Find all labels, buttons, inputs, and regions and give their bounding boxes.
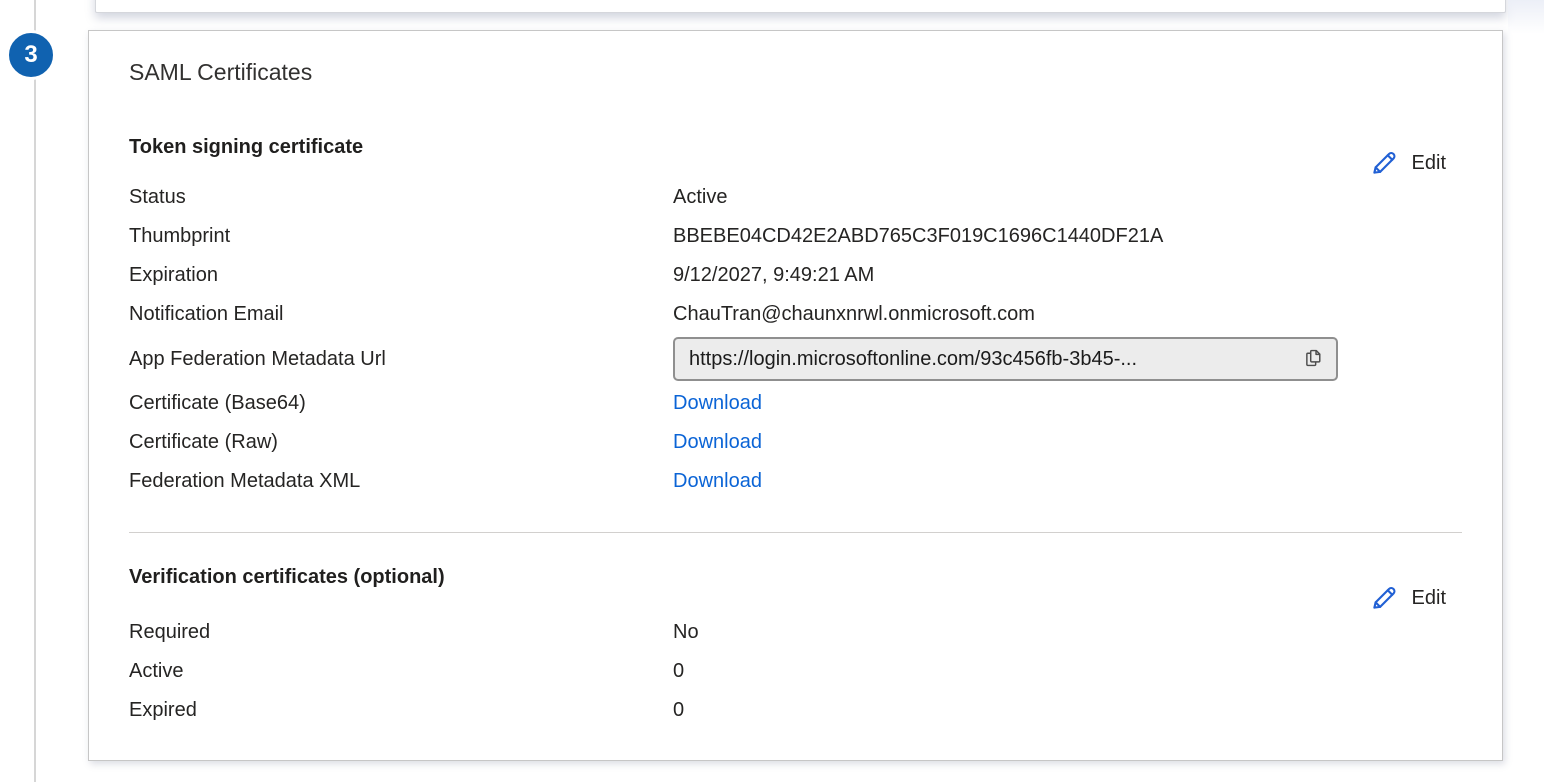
edit-token-signing-certificate-button[interactable]: Edit: [1369, 148, 1446, 178]
edit-button-label: Edit: [1412, 152, 1446, 175]
app-federation-metadata-url-field[interactable]: https://login.microsoftonline.com/93c456…: [673, 337, 1338, 381]
page-background-tint: [1508, 0, 1544, 34]
active-count-value: 0: [673, 660, 684, 683]
row-label: Status: [129, 186, 673, 209]
download-certificate-raw-link[interactable]: Download: [673, 431, 762, 454]
edit-button-label: Edit: [1412, 587, 1446, 610]
edit-verification-certificates-button[interactable]: Edit: [1369, 583, 1446, 613]
app-federation-metadata-url-row: App Federation Metadata Url https://logi…: [129, 334, 1462, 384]
certificate-base64-row: Certificate (Base64) Download: [129, 384, 1462, 423]
required-row: Required No: [129, 613, 1462, 652]
row-label: Active: [129, 660, 673, 683]
step-connector-line: [34, 0, 36, 782]
section-heading: Token signing certificate: [129, 134, 363, 160]
card-title: SAML Certificates: [129, 57, 1462, 87]
status-value: Active: [673, 186, 727, 209]
certificate-raw-row: Certificate (Raw) Download: [129, 423, 1462, 462]
row-label: Certificate (Base64): [129, 392, 673, 415]
notification-email-row: Notification Email ChauTran@chaunxnrwl.o…: [129, 295, 1462, 334]
thumbprint-value: BBEBE04CD42E2ABD765C3F019C1696C1440DF21A: [673, 225, 1163, 248]
expired-count-value: 0: [673, 699, 684, 722]
copy-icon: [1302, 347, 1324, 372]
row-label: Notification Email: [129, 303, 673, 326]
url-field-value: https://login.microsoftonline.com/93c456…: [689, 348, 1300, 371]
row-label: App Federation Metadata Url: [129, 348, 673, 371]
row-label: Thumbprint: [129, 225, 673, 248]
step-number-badge: 3: [6, 30, 56, 80]
federation-metadata-xml-row: Federation Metadata XML Download: [129, 462, 1462, 501]
section-divider: [129, 532, 1462, 533]
row-label: Expired: [129, 699, 673, 722]
step-number: 3: [24, 41, 37, 69]
row-label: Federation Metadata XML: [129, 470, 673, 493]
expired-count-row: Expired 0: [129, 691, 1462, 730]
download-federation-metadata-xml-link[interactable]: Download: [673, 470, 762, 493]
notification-email-value: ChauTran@chaunxnrwl.onmicrosoft.com: [673, 303, 1035, 326]
download-certificate-base64-link[interactable]: Download: [673, 392, 762, 415]
verification-certificates-header: Verification certificates (optional) Edi…: [129, 564, 1462, 594]
section-heading: Verification certificates (optional): [129, 564, 445, 590]
status-row: Status Active: [129, 178, 1462, 217]
required-value: No: [673, 621, 699, 644]
saml-certificates-card: SAML Certificates Token signing certific…: [88, 30, 1503, 761]
expiration-value: 9/12/2027, 9:49:21 AM: [673, 264, 874, 287]
copy-url-button[interactable]: [1300, 345, 1326, 374]
row-label: Expiration: [129, 264, 673, 287]
row-label: Certificate (Raw): [129, 431, 673, 454]
previous-step-card-fragment: [95, 0, 1506, 13]
row-label: Required: [129, 621, 673, 644]
pencil-icon: [1369, 583, 1399, 613]
expiration-row: Expiration 9/12/2027, 9:49:21 AM: [129, 256, 1462, 295]
token-signing-certificate-header: Token signing certificate Edit: [129, 134, 1462, 164]
active-count-row: Active 0: [129, 652, 1462, 691]
pencil-icon: [1369, 148, 1399, 178]
thumbprint-row: Thumbprint BBEBE04CD42E2ABD765C3F019C169…: [129, 217, 1462, 256]
